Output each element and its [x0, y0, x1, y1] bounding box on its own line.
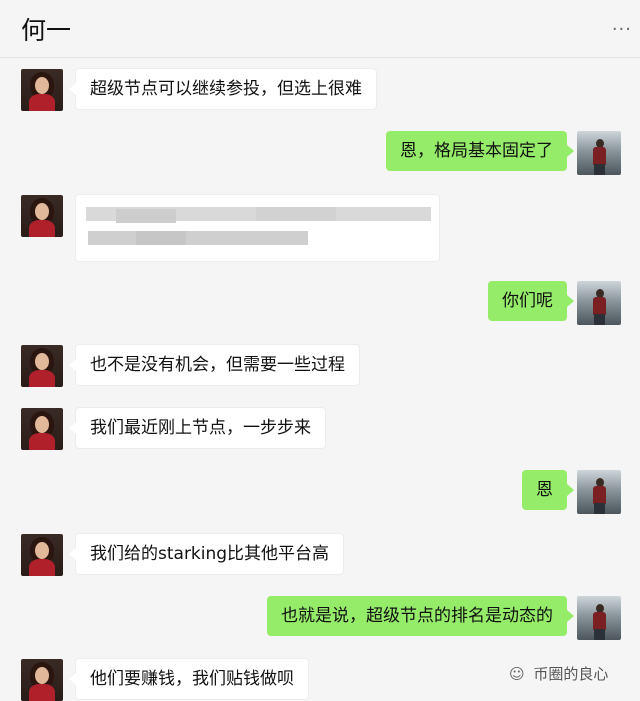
- chat-header: 何一 ···: [0, 0, 640, 58]
- wechat-icon: ☺: [509, 665, 525, 683]
- message-text: 也不是没有机会，但需要一些过程: [90, 355, 345, 375]
- contact-avatar[interactable]: [21, 659, 63, 701]
- message-bubble-incoming[interactable]: 超级节点可以继续参投，但选上很难: [69, 68, 377, 110]
- message-text: 我们最近刚上节点，一步步来: [90, 418, 311, 438]
- message-bubble-outgoing[interactable]: 恩，格局基本固定了: [386, 131, 574, 171]
- user-avatar[interactable]: [577, 131, 621, 175]
- message-text: 我们给的starking比其他平台高: [90, 544, 330, 564]
- message-bubble-incoming[interactable]: 我们给的starking比其他平台高: [68, 533, 345, 575]
- message-bubble-outgoing[interactable]: 恩: [522, 470, 574, 510]
- message-bubble-incoming-blurred[interactable]: [75, 194, 440, 262]
- more-options-icon[interactable]: ···: [612, 19, 632, 40]
- message-text: 他们要赚钱，我们贴钱做呗: [90, 669, 294, 689]
- chat-title: 何一: [21, 16, 72, 45]
- message-bubble-incoming[interactable]: 他们要赚钱，我们贴钱做呗: [69, 658, 309, 700]
- message-text: 超级节点可以继续参投，但选上很难: [90, 79, 362, 99]
- message-bubble-incoming[interactable]: 我们最近刚上节点，一步步来: [69, 407, 326, 449]
- message-text: 你们呢: [502, 291, 553, 311]
- watermark-text: 币圈的良心: [533, 665, 609, 683]
- contact-avatar[interactable]: [21, 408, 63, 450]
- contact-avatar[interactable]: [21, 69, 63, 111]
- watermark: ☺ 币圈的良心: [509, 663, 608, 684]
- contact-avatar[interactable]: [21, 195, 63, 237]
- message-bubble-outgoing[interactable]: 你们呢: [488, 281, 574, 321]
- message-text: 恩，格局基本固定了: [400, 141, 553, 161]
- message-text: 也就是说，超级节点的排名是动态的: [281, 606, 553, 626]
- message-text: 恩: [536, 480, 553, 500]
- user-avatar[interactable]: [577, 596, 621, 640]
- contact-avatar[interactable]: [21, 345, 63, 387]
- message-bubble-outgoing[interactable]: 也就是说，超级节点的排名是动态的: [267, 596, 574, 636]
- user-avatar[interactable]: [577, 281, 621, 325]
- user-avatar[interactable]: [577, 470, 621, 514]
- message-bubble-incoming[interactable]: 也不是没有机会，但需要一些过程: [69, 344, 360, 386]
- contact-avatar[interactable]: [21, 534, 63, 576]
